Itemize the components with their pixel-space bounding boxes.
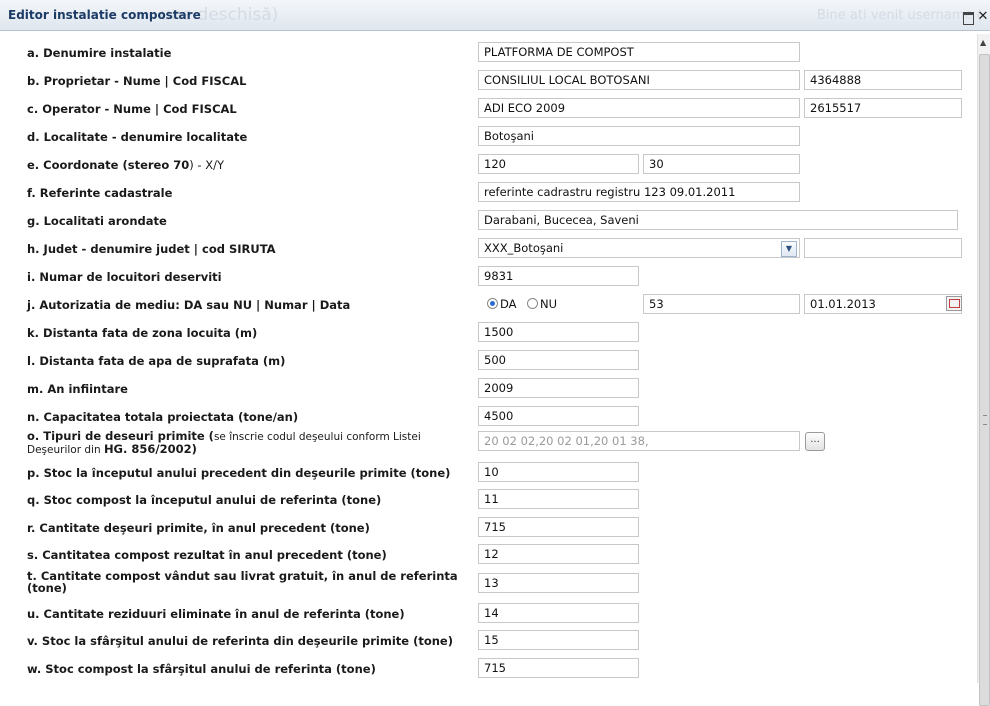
scrollbar-thumb[interactable] [979,54,990,706]
input-referinte[interactable]: referinte cadrastru registru 123 09.01.2… [478,182,800,202]
input-operator-cod[interactable]: 2615517 [804,98,962,118]
radio-nu[interactable]: NU [527,297,557,311]
input-distanta-apa[interactable]: 500 [478,350,639,370]
select-judet-value: XXX_Botoşani [484,241,564,255]
input-stoc-inceput-compost[interactable]: 11 [478,489,639,509]
maximize-icon[interactable] [963,12,974,25]
label-tipuri-bold: o. Tipuri de deseuri primite ( [27,429,214,443]
input-locuitori[interactable]: 9831 [478,266,639,286]
label-proprietar: b. Proprietar - Nume | Cod FISCAL [27,74,247,88]
grip-icon [983,415,987,425]
input-stoc-inceput-deseuri[interactable]: 10 [478,462,639,482]
radio-da-label: DA [500,297,517,311]
label-coordonate: e. Coordonate (stereo 70) - X/Y [27,158,224,172]
label-coordonate-bold: e. Coordonate (stereo 70 [27,158,190,172]
input-coordonata-y[interactable]: 30 [643,154,800,174]
label-denumire: a. Denumire instalatie [27,46,172,60]
input-localitate[interactable]: Botoşani [478,126,800,146]
vertical-scrollbar[interactable]: ▲ [977,34,990,706]
input-compost-rezultat[interactable]: 12 [478,544,639,564]
close-icon[interactable]: ✕ [977,10,989,23]
scroll-up-icon[interactable]: ▲ [980,38,986,47]
radio-da[interactable]: DA [487,297,517,311]
label-distanta-zona: k. Distanta fata de zona locuita (m) [27,326,258,340]
label-stoc-sfarsit-compost: w. Stoc compost la sfârşitul anului de r… [27,662,376,676]
window-title: Editor instalatie compostare [8,8,201,22]
input-reziduuri[interactable]: 14 [478,603,639,623]
input-numar-autorizatie[interactable]: 53 [643,294,800,314]
label-judet: h. Judet - denumire judet | cod SIRUTA [27,242,276,256]
label-reziduuri: u. Cantitate reziduuri eliminate în anul… [27,607,405,621]
radio-da-dot [487,298,498,309]
input-proprietar-nume[interactable]: CONSILIUL LOCAL BOTOSANI [478,70,800,90]
input-distanta-zona[interactable]: 1500 [478,322,639,342]
label-referinte: f. Referinte cadastrale [27,186,173,200]
label-an-infiintare: m. An infiintare [27,382,128,396]
label-autorizatie: j. Autorizatia de mediu: DA sau NU | Num… [27,298,351,312]
label-localitati: g. Localitati arondate [27,214,167,228]
browse-button[interactable]: ... [805,432,825,451]
input-stoc-sfarsit-deseuri[interactable]: 15 [478,630,639,650]
label-distanta-apa: l. Distanta fata de apa de suprafata (m) [27,354,286,368]
select-judet[interactable]: XXX_Botoşani ▼ [478,238,800,258]
label-operator: c. Operator - Nume | Cod FISCAL [27,102,237,116]
input-data-autorizatie[interactable]: 01.01.2013 [804,294,962,314]
background-welcome-text: Bine ati venit username ( [817,8,982,23]
calendar-icon[interactable] [946,296,962,311]
label-compost-vandut: t. Cantitate compost vândut sau livrat g… [27,569,458,595]
input-denumire[interactable]: PLATFORMA DE COMPOST [478,42,800,62]
label-tipuri-ref: HG. 856/2002) [103,442,197,456]
input-cantitate-deseuri[interactable]: 715 [478,517,639,537]
radio-nu-label: NU [540,297,558,311]
input-localitati[interactable]: Darabani, Bucecea, Saveni [478,210,958,230]
label-stoc-sfarsit-deseuri: v. Stoc la sfârşitul anului de referinta… [27,634,453,648]
input-tipuri-deseuri[interactable]: 20 02 02,20 02 01,20 01 38, [478,431,800,451]
window-titlebar: une deschisă) Bine ati venit username ( … [0,0,990,31]
label-tipuri-deseuri: o. Tipuri de deseuri primite (se înscrie… [27,430,467,456]
input-an-infiintare[interactable]: 2009 [478,378,639,398]
input-cod-siruta[interactable] [804,238,962,258]
label-coordonate-rest: ) - X/Y [189,158,224,172]
input-operator-nume[interactable]: ADI ECO 2009 [478,98,800,118]
input-proprietar-cod[interactable]: 4364888 [804,70,962,90]
label-locuitori: i. Numar de locuitori deserviti [27,270,222,284]
input-coordonata-x[interactable]: 120 [478,154,639,174]
radio-nu-dot [527,298,538,309]
label-capacitate: n. Capacitatea totala proiectata (tone/a… [27,410,299,424]
label-localitate: d. Localitate - denumire localitate [27,130,248,144]
chevron-down-icon[interactable]: ▼ [781,241,797,257]
label-stoc-inceput-compost: q. Stoc compost la începutul anului de r… [27,493,382,507]
input-stoc-sfarsit-compost[interactable]: 715 [478,658,639,678]
label-stoc-inceput-deseuri: p. Stoc la începutul anului precedent di… [27,466,451,480]
input-compost-vandut[interactable]: 13 [478,573,639,593]
label-compost-rezultat: s. Cantitatea compost rezultat în anul p… [27,548,387,562]
label-cantitate-deseuri: r. Cantitate deşeuri primite, în anul pr… [27,521,370,535]
input-capacitate[interactable]: 4500 [478,406,639,426]
